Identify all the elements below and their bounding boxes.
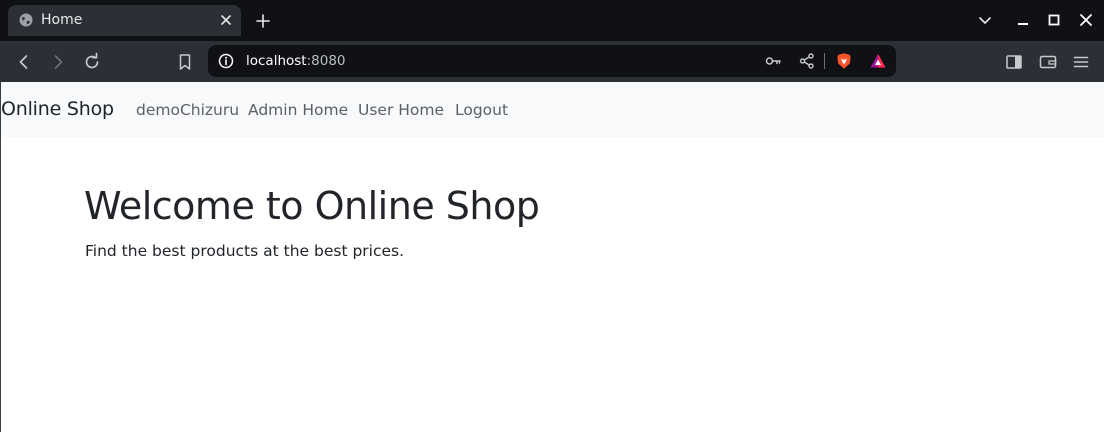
address-bar[interactable]: localhost:8080 [208,45,896,77]
navbar-brand[interactable]: Online Shop [1,98,114,120]
maximize-icon[interactable] [1045,11,1063,29]
key-icon[interactable] [764,52,782,70]
web-page: Online Shop demoChizuru Admin Home User … [0,82,1104,432]
page-lead: Find the best products at the best price… [85,242,405,260]
nav-link-admin-home[interactable]: Admin Home [248,101,348,119]
nav-link-user-home[interactable]: User Home [358,101,444,119]
tab-strip: Home [0,0,1104,41]
brave-shields-icon[interactable] [835,52,853,70]
page-title: Welcome to Online Shop [84,184,540,228]
browser-toolbar: localhost:8080 [0,41,1104,82]
browser-window: Home localhost:8080 Online Shop demoChiz… [0,0,1104,432]
close-window-icon[interactable] [1077,11,1095,29]
address-bar-separator [824,53,825,69]
new-tab-plus-icon[interactable] [254,12,272,30]
reload-icon[interactable] [82,52,102,72]
sidebar-toggle-icon[interactable] [1004,52,1024,72]
bookmark-icon[interactable] [175,52,195,72]
nav-link-logout[interactable]: Logout [455,101,508,119]
brave-rewards-icon[interactable] [869,52,887,70]
navbar: Online Shop demoChizuru Admin Home User … [1,82,1104,137]
tab-close-icon[interactable] [217,11,235,29]
wallet-icon[interactable] [1038,52,1058,72]
url-text[interactable]: localhost:8080 [246,53,346,69]
tab-home[interactable]: Home [8,5,241,36]
nav-link-demochizuru[interactable]: demoChizuru [136,101,239,119]
tab-title: Home [41,12,83,28]
globe-icon [19,13,33,27]
forward-icon[interactable] [48,52,68,72]
menu-icon[interactable] [1071,52,1091,72]
minimize-icon[interactable] [1014,11,1032,29]
tab-list-chevron-icon[interactable] [976,11,994,29]
back-icon[interactable] [14,52,34,72]
share-icon[interactable] [798,52,816,70]
site-info-icon[interactable] [218,53,234,69]
